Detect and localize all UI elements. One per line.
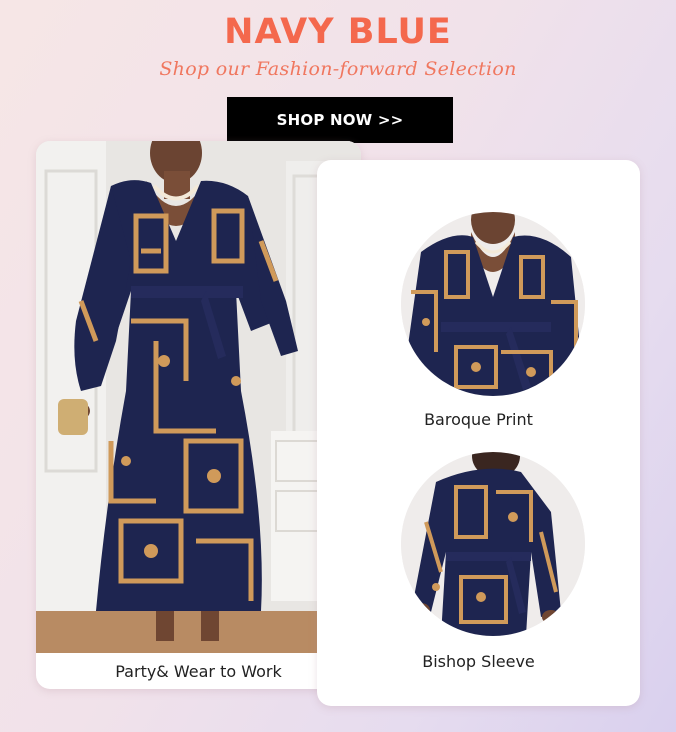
page-title: NAVY BLUE (224, 12, 452, 52)
bishop-sleeve-caption: Bishop Sleeve (422, 652, 535, 671)
baroque-print-photo[interactable] (401, 212, 585, 396)
bishop-sleeve-photo[interactable] (401, 452, 585, 636)
main-product-caption: Party& Wear to Work (115, 661, 282, 681)
main-product-photo[interactable] (36, 141, 361, 653)
page-subtitle: Shop our Fashion-forward Selection (159, 58, 517, 80)
shop-now-button[interactable]: SHOP NOW >> (227, 97, 453, 143)
baroque-print-caption: Baroque Print (424, 410, 533, 429)
detail-card: Baroque Print Bishop Sleeve (317, 160, 640, 706)
main-product-card[interactable]: Party& Wear to Work (36, 141, 361, 689)
